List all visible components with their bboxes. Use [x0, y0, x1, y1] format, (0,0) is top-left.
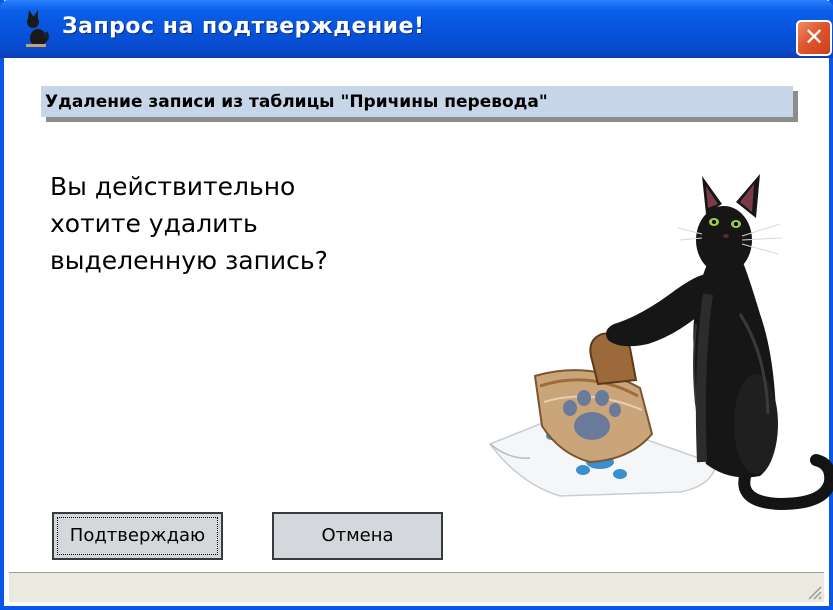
- message-line-1: Вы действительно: [50, 172, 296, 201]
- cat-stamp-illustration: [488, 174, 833, 511]
- dialog-header: Удаление записи из таблицы "Причины пере…: [41, 86, 793, 117]
- dialog-header-text: Удаление записи из таблицы "Причины пере…: [45, 92, 548, 112]
- confirm-button[interactable]: Подтверждаю: [52, 512, 223, 560]
- cat-icon: [26, 10, 49, 47]
- confirm-dialog: Запрос на подтверждение! ✕ Удаление запи…: [0, 0, 833, 610]
- close-icon: ✕: [803, 23, 825, 51]
- focus-rectangle: [57, 517, 218, 555]
- title-bar[interactable]: Запрос на подтверждение! ✕: [0, 0, 833, 58]
- cancel-button-label: Отмена: [321, 525, 394, 546]
- confirmation-message: Вы действительно хотите удалить выделенн…: [50, 168, 470, 279]
- status-bar: [9, 572, 824, 602]
- window-title: Запрос на подтверждение!: [62, 14, 425, 39]
- message-line-3: выделенную запись?: [50, 246, 328, 275]
- cancel-button[interactable]: Отмена: [272, 512, 443, 560]
- message-line-2: хотите удалить: [50, 209, 258, 238]
- resize-grip-icon[interactable]: [806, 584, 822, 600]
- close-button[interactable]: ✕: [796, 20, 832, 56]
